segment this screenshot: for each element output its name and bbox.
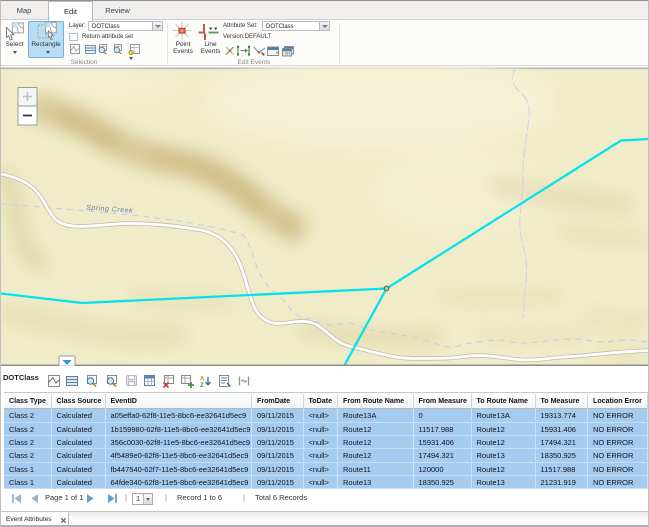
svg-text:A: A: [200, 376, 205, 382]
svg-text:Z: Z: [200, 383, 204, 389]
